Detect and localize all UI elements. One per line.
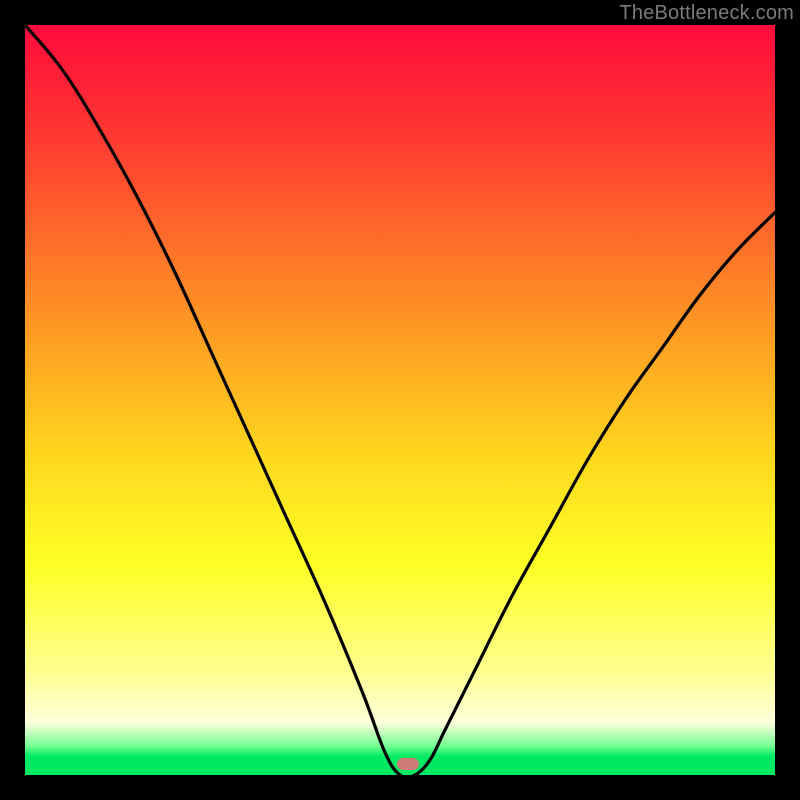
bottleneck-curve	[25, 25, 775, 775]
plot-area	[25, 25, 775, 775]
chart-stage: TheBottleneck.com	[0, 0, 800, 800]
watermark-text: TheBottleneck.com	[619, 2, 794, 25]
optimal-marker	[397, 758, 419, 770]
